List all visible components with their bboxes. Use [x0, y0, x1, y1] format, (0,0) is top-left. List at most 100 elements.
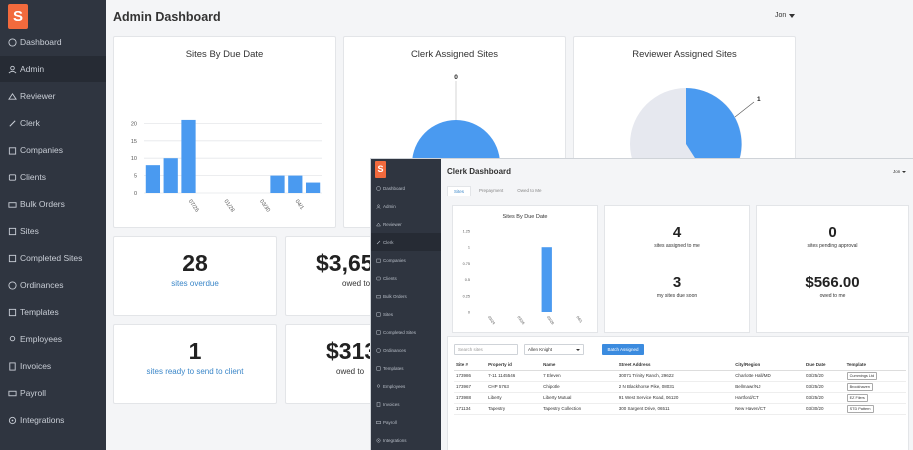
template-button[interactable]: EZ Filers: [846, 393, 868, 402]
chevron-down-icon: [902, 170, 907, 173]
sidebar-item-clients[interactable]: Clients: [371, 269, 441, 287]
column-header[interactable]: Template: [844, 360, 906, 371]
x-tick-label: 03/30: [258, 199, 271, 214]
sidebar-item-companies[interactable]: Companies: [371, 251, 441, 269]
table-row[interactable]: 171134 Tapestry Tapestry Collection 300 Sar…: [454, 403, 906, 415]
sidebar-item-admin[interactable]: Admin: [371, 197, 441, 215]
sidebar-item-templates[interactable]: Templates: [0, 299, 106, 325]
user-name: Jon: [893, 169, 901, 174]
assignee-select[interactable]: Allen Knight: [524, 344, 584, 355]
integrations-icon: [376, 438, 381, 443]
template-button[interactable]: Brookhaven: [846, 382, 873, 391]
sites-by-due-date-chart: 0 5 10 15 20 07/26 01/28 03/30 04/1: [131, 119, 322, 214]
owed-label: owed to me: [819, 293, 846, 299]
sidebar-item-invoices[interactable]: Invoices: [0, 353, 106, 379]
table-row[interactable]: 173986 7-11 1145546 7 Eleven 30071 Trinity …: [454, 370, 906, 382]
table-cell: 300 Sargent Drive, 06511: [616, 403, 734, 415]
column-header[interactable]: Due Date: [804, 360, 845, 371]
clerk-assigned-stats-card[interactable]: 4 sites assigned to me 3 my sites due so…: [604, 205, 750, 333]
completed-sites-icon: [376, 330, 381, 335]
bar[interactable]: [288, 175, 303, 193]
payroll-icon: [8, 389, 17, 398]
dashboard-icon: [376, 185, 381, 191]
sidebar-item-completed-sites[interactable]: Completed Sites: [0, 245, 106, 271]
sidebar-item-completed-sites[interactable]: Completed Sites: [371, 323, 441, 341]
app-logo[interactable]: S: [8, 4, 28, 29]
sites-ready-label[interactable]: sites ready to send to client: [114, 367, 276, 376]
batch-assign-button[interactable]: Batch Assigned: [602, 344, 644, 355]
sidebar-item-dashboard[interactable]: Dashboard: [371, 179, 441, 197]
sidebar-item-label: Integrations: [383, 437, 407, 443]
sidebar-item-label: Dashboard: [383, 185, 406, 191]
sidebar-item-label: Companies: [383, 257, 406, 263]
table-row[interactable]: 173988 Liberty Liberty Mutual 91 West Servi…: [454, 392, 906, 404]
bar[interactable]: [541, 247, 552, 312]
sidebar-item-templates[interactable]: Templates: [371, 359, 441, 377]
sidebar-item-dashboard[interactable]: Dashboard: [0, 29, 106, 55]
user-menu[interactable]: Jon: [893, 169, 907, 174]
table-cell: 7 Eleven: [541, 370, 617, 382]
sites-overdue-card[interactable]: 28 sites overdue: [113, 236, 277, 316]
table-cell: Tapestry: [486, 403, 542, 415]
column-header[interactable]: Property id: [486, 360, 542, 371]
column-header[interactable]: Site #: [454, 360, 487, 371]
tab-owed-to-me[interactable]: Owed to Me: [511, 186, 547, 196]
assignee-select-value: Allen Knight: [528, 347, 553, 352]
sidebar-item-sites[interactable]: Sites: [371, 305, 441, 323]
column-header[interactable]: City/Region: [733, 360, 805, 371]
app-logo[interactable]: S: [375, 161, 386, 178]
table-row[interactable]: 173967 CHP 5763 Chipotle 2 N Blackhorse Pik…: [454, 381, 906, 393]
sidebar-item-bulk-orders[interactable]: Bulk Orders: [371, 287, 441, 305]
pie-label-line: [734, 101, 755, 118]
sidebar-item-label: Dashboard: [20, 37, 62, 47]
bar[interactable]: [145, 165, 161, 193]
sidebar-item-bulk-orders[interactable]: Bulk Orders: [0, 191, 106, 217]
column-header[interactable]: Street Address: [616, 360, 734, 371]
sidebar-item-reviewer[interactable]: Reviewer: [371, 215, 441, 233]
bar[interactable]: [305, 182, 321, 193]
sidebar-item-admin[interactable]: Admin: [0, 56, 106, 82]
y-tick-label: 0: [468, 311, 470, 315]
sidebar-item-clerk[interactable]: Clerk: [0, 110, 106, 136]
sites-table: Site # Property id Name Street Address City/…: [454, 360, 906, 415]
clerk-pending-stats-card[interactable]: 0 sites pending approval $566.00 owed to…: [756, 205, 909, 333]
sidebar-item-employees[interactable]: Employees: [371, 377, 441, 395]
sidebar-item-employees[interactable]: Employees: [0, 326, 106, 352]
table-cell: Charlotte Hall/MD: [733, 370, 805, 382]
sidebar-item-integrations[interactable]: Integrations: [0, 407, 106, 433]
template-button[interactable]: STD Pattern: [846, 404, 874, 413]
sidebar-item-reviewer[interactable]: Reviewer: [0, 83, 106, 109]
search-input[interactable]: Search sites: [454, 344, 518, 355]
sidebar-item-invoices[interactable]: Invoices: [371, 395, 441, 413]
companies-icon: [376, 258, 381, 263]
x-tick-label: 03/26: [516, 315, 525, 325]
sidebar-item-payroll[interactable]: Payroll: [371, 413, 441, 431]
sidebar-item-clerk[interactable]: Clerk: [371, 233, 441, 251]
sidebar-item-integrations[interactable]: Integrations: [371, 431, 441, 449]
sites-ready-card[interactable]: 1 sites ready to send to client: [113, 324, 277, 404]
sidebar-item-sites[interactable]: Sites: [0, 218, 106, 244]
column-header[interactable]: Name: [541, 360, 617, 371]
sidebar-item-payroll[interactable]: Payroll: [0, 380, 106, 406]
x-tick-label: 07/26: [187, 199, 200, 214]
tab-prepayment[interactable]: Prepayment: [473, 186, 509, 196]
x-tick-label: 04/1: [294, 199, 305, 211]
template-button[interactable]: Cummings Ltd: [846, 371, 878, 380]
sidebar-item-ordinances[interactable]: Ordinances: [371, 341, 441, 359]
tab-sites[interactable]: Sites: [447, 186, 472, 196]
reviewer-icon: [8, 92, 17, 101]
payroll-icon: [376, 420, 381, 425]
sites-overdue-label[interactable]: sites overdue: [114, 279, 276, 288]
table-cell: 03/25/20: [804, 381, 845, 393]
bar[interactable]: [270, 175, 285, 193]
sidebar-item-clients[interactable]: Clients: [0, 164, 106, 190]
sidebar-item-ordinances[interactable]: Ordinances: [0, 272, 106, 298]
sidebar-item-label: Bulk Orders: [20, 199, 65, 209]
sidebar-item-companies[interactable]: Companies: [0, 137, 106, 163]
template-cell: Brookhaven: [844, 381, 906, 393]
bar[interactable]: [163, 158, 178, 193]
bar[interactable]: [181, 119, 196, 193]
user-menu[interactable]: Jon: [775, 12, 796, 19]
table-cell: CHP 5763: [486, 381, 542, 393]
user-icon: [376, 204, 381, 209]
